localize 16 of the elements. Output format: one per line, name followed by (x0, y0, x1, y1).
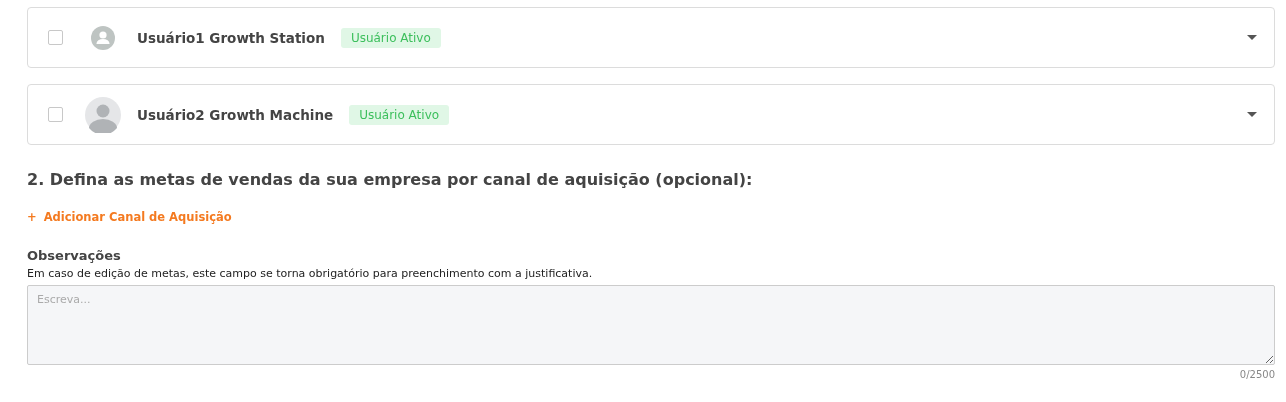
user-avatar-icon (91, 25, 115, 50)
status-badge: Usuário Ativo (340, 27, 441, 48)
observations-field[interactable]: Escreva... (27, 285, 1275, 365)
checkbox[interactable] (48, 107, 63, 122)
caret-icon[interactable] (1247, 34, 1257, 41)
user-name: Usuário2 Growth Machine (137, 106, 334, 123)
user-name: Usuário1 Growth Station (137, 29, 325, 46)
field-label: Observações (27, 248, 122, 263)
add-channel-link[interactable]: + Adicionar Canal de Aquisição (27, 210, 232, 224)
user-avatar-icon (85, 96, 121, 133)
checkbox[interactable] (48, 30, 63, 45)
status-badge: Usuário Ativo (349, 104, 450, 125)
section-title: 2. Defina as metas de vendas da sua empresa por canal de aquisição (opcional): (27, 170, 754, 189)
character-counter: 0/2500 (1238, 369, 1275, 380)
field-hint: Em caso de edição de metas, este campo se torna obrigatório para preenchimento com a justificativa. (27, 267, 594, 280)
caret-icon[interactable] (1247, 111, 1257, 118)
